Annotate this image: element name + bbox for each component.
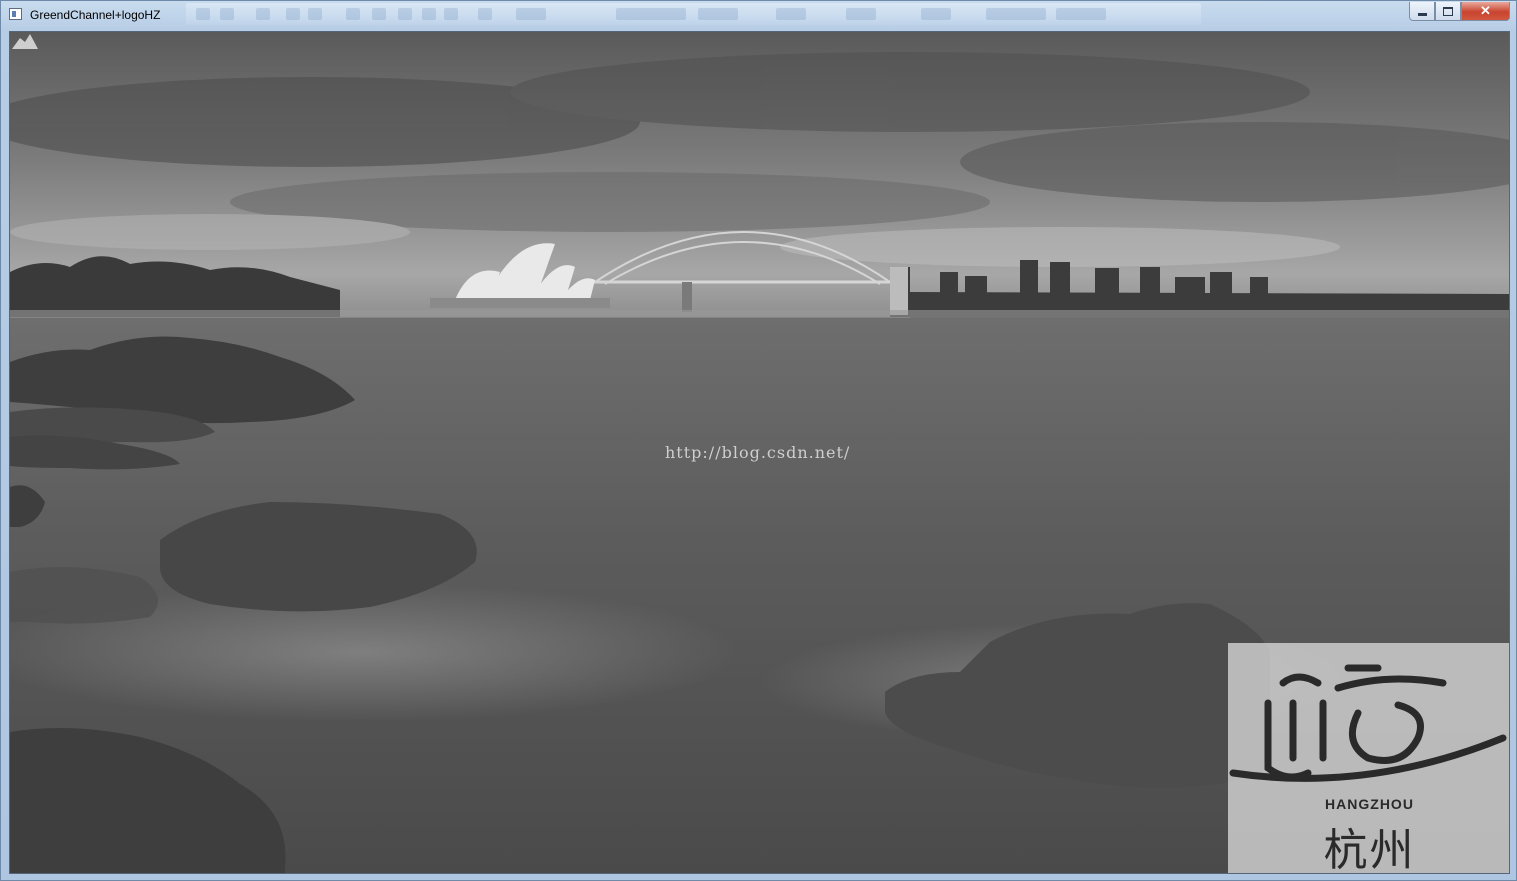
hangzhou-logo-emblem: [1229, 664, 1507, 782]
background-toolbar-ghost: [186, 3, 1201, 25]
shore-lights: [10, 310, 1509, 318]
minimize-icon: [1417, 12, 1427, 16]
app-window-icon[interactable]: [9, 8, 22, 20]
maximize-icon: [1443, 6, 1453, 16]
minimize-button[interactable]: [1409, 2, 1435, 21]
logo-text-chinese: 杭州: [1323, 825, 1416, 874]
image-display: http://blog.csdn.net/ HANGZHOU 杭州: [9, 31, 1510, 874]
watermark-text: http://blog.csdn.net/: [665, 443, 851, 462]
bottom-boat-mark: [12, 34, 38, 49]
window-title: GreendChannel+logoHZ: [30, 8, 161, 22]
title-bar[interactable]: GreendChannel+logoHZ ✕: [1, 1, 1516, 29]
logo-text-english: HANGZHOU: [1325, 796, 1414, 812]
close-button[interactable]: ✕: [1461, 2, 1510, 21]
bridge-pylon: [890, 267, 908, 315]
hangzhou-logo: HANGZHOU 杭州: [1228, 643, 1509, 874]
bridge-pylon: [682, 282, 692, 312]
maximize-button[interactable]: [1435, 2, 1461, 21]
close-icon: ✕: [1480, 3, 1491, 18]
application-window: GreendChannel+logoHZ ✕ http://blog.csdn.…: [0, 0, 1517, 881]
